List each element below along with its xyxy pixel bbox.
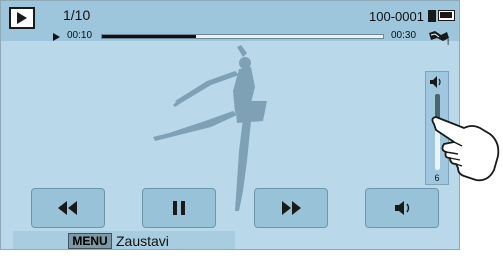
svg-text:I: I (447, 38, 449, 47)
playback-mode-icon[interactable] (9, 7, 35, 29)
play-state-icon (53, 33, 60, 41)
status-bar: 1/10 100-0001 00:10 00:30 I (1, 1, 459, 47)
fast-forward-icon (282, 201, 301, 215)
progress-bar[interactable] (101, 34, 384, 39)
rewind-button[interactable] (31, 188, 105, 228)
battery-icon (438, 10, 455, 21)
file-counter: 1/10 (63, 7, 91, 23)
pause-button[interactable] (142, 188, 216, 228)
memory-card-icon (428, 10, 436, 22)
pointing-hand-icon (431, 116, 500, 182)
speaker-icon (430, 76, 441, 88)
fast-forward-button[interactable] (254, 188, 328, 228)
current-time: 00:10 (67, 30, 93, 41)
menu-key[interactable]: MENU (68, 233, 112, 249)
speaker-icon (395, 201, 410, 215)
file-number: 100-0001 (369, 9, 424, 24)
pause-icon (173, 201, 185, 215)
total-time: 00:30 (391, 30, 417, 41)
stabilization-icon: I (429, 31, 449, 47)
menu-hint-bar: MENU Zaustavi (13, 231, 235, 249)
progress-fill (102, 35, 196, 38)
volume-button[interactable] (365, 188, 439, 228)
rewind-icon (58, 201, 77, 215)
menu-action-label: Zaustavi (116, 233, 169, 249)
camera-screen: 1/10 100-0001 00:10 00:30 I 6 MENU Zaust… (0, 0, 460, 250)
